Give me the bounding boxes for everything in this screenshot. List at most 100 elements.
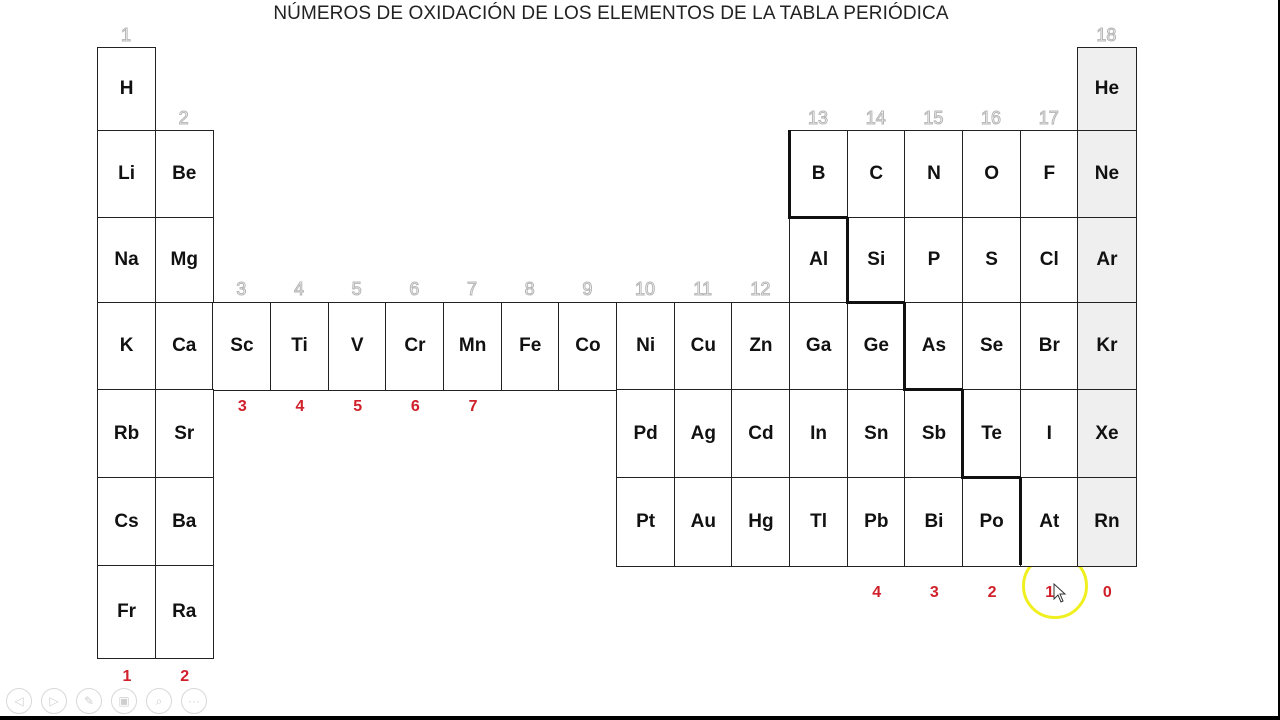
element-cell-cd[interactable]: Cd <box>731 389 791 479</box>
group-number-1: 1 <box>120 25 131 46</box>
element-cell-tl[interactable]: Tl <box>789 477 849 567</box>
element-cell-se[interactable]: Se <box>962 302 1022 391</box>
element-cell-si[interactable]: Si <box>846 217 906 304</box>
element-cell-ni[interactable]: Ni <box>616 302 676 391</box>
element-cell-ra[interactable]: Ra <box>154 565 214 659</box>
element-symbol: Be <box>172 163 197 185</box>
group-number-9: 9 <box>582 279 593 300</box>
element-symbol: Tl <box>810 510 828 532</box>
element-cell-as[interactable]: As <box>904 302 964 391</box>
slides-button[interactable]: ▣ <box>111 688 137 714</box>
element-cell-rn[interactable]: Rn <box>1077 477 1137 567</box>
element-cell-ne[interactable]: Ne <box>1077 130 1137 219</box>
element-cell-ga[interactable]: Ga <box>789 302 849 391</box>
element-cell-li[interactable]: Li <box>97 130 157 219</box>
metalloid-staircase-line <box>845 217 849 302</box>
metalloid-staircase-line <box>903 388 964 391</box>
element-cell-v[interactable]: V <box>327 302 387 391</box>
element-cell-po[interactable]: Po <box>962 477 1022 567</box>
element-symbol: Hg <box>748 510 774 532</box>
element-symbol: Ge <box>863 335 889 357</box>
element-cell-sr[interactable]: Sr <box>154 389 214 479</box>
element-cell-mg[interactable]: Mg <box>154 217 214 304</box>
element-symbol: Rn <box>1094 510 1120 532</box>
element-symbol: N <box>927 163 941 185</box>
element-cell-xe[interactable]: Xe <box>1077 389 1137 479</box>
element-cell-pt[interactable]: Pt <box>616 477 676 567</box>
slides-icon: ▣ <box>118 694 130 708</box>
element-cell-cr[interactable]: Cr <box>385 302 445 391</box>
metalloid-staircase-line <box>903 302 907 389</box>
element-cell-cl[interactable]: Cl <box>1019 217 1079 304</box>
metalloid-staircase-line <box>961 389 965 477</box>
oxidation-number-group-7: 7 <box>468 398 478 415</box>
element-cell-c[interactable]: C <box>846 130 906 219</box>
element-cell-ba[interactable]: Ba <box>154 477 214 567</box>
element-cell-al[interactable]: Al <box>789 217 849 304</box>
element-cell-au[interactable]: Au <box>673 477 733 567</box>
more-button[interactable]: ··· <box>181 688 207 714</box>
metalloid-staircase-line <box>845 301 906 304</box>
element-cell-f[interactable]: F <box>1019 130 1079 219</box>
element-cell-mn[interactable]: Mn <box>443 302 503 391</box>
element-cell-ti[interactable]: Ti <box>270 302 330 391</box>
element-cell-hg[interactable]: Hg <box>731 477 791 567</box>
element-cell-ag[interactable]: Ag <box>673 389 733 479</box>
element-cell-ge[interactable]: Ge <box>846 302 906 391</box>
element-cell-be[interactable]: Be <box>154 130 214 219</box>
element-cell-kr[interactable]: Kr <box>1077 302 1137 391</box>
element-cell-na[interactable]: Na <box>97 217 157 304</box>
element-cell-n[interactable]: N <box>904 130 964 219</box>
element-cell-pd[interactable]: Pd <box>616 389 676 479</box>
element-symbol: Kr <box>1096 335 1118 357</box>
element-cell-bi[interactable]: Bi <box>904 477 964 567</box>
group-number-12: 12 <box>750 279 771 300</box>
bottom-border <box>0 716 1280 720</box>
element-cell-te[interactable]: Te <box>962 389 1022 479</box>
element-cell-sb[interactable]: Sb <box>904 389 964 479</box>
element-symbol: Zn <box>749 335 773 357</box>
pen-button[interactable]: ✎ <box>76 688 102 714</box>
element-cell-p[interactable]: P <box>904 217 964 304</box>
element-symbol: Fr <box>117 600 137 622</box>
element-cell-br[interactable]: Br <box>1019 302 1079 391</box>
element-cell-co[interactable]: Co <box>558 302 618 391</box>
element-cell-zn[interactable]: Zn <box>731 302 791 391</box>
element-cell-k[interactable]: K <box>97 302 157 391</box>
element-cell-o[interactable]: O <box>962 130 1022 219</box>
element-cell-pb[interactable]: Pb <box>846 477 906 567</box>
element-cell-ar[interactable]: Ar <box>1077 217 1137 304</box>
element-symbol: Cl <box>1039 249 1059 271</box>
next-button[interactable]: ▷ <box>41 688 67 714</box>
element-cell-ca[interactable]: Ca <box>154 302 214 391</box>
element-cell-h[interactable]: H <box>97 47 157 132</box>
element-cell-fe[interactable]: Fe <box>500 302 560 391</box>
element-cell-rb[interactable]: Rb <box>97 389 157 479</box>
element-symbol: Ar <box>1096 249 1118 271</box>
element-symbol: Ca <box>172 335 197 357</box>
element-cell-in[interactable]: In <box>789 389 849 479</box>
element-cell-he[interactable]: He <box>1077 47 1137 132</box>
element-cell-cs[interactable]: Cs <box>97 477 157 567</box>
element-symbol: Ne <box>1094 163 1120 185</box>
element-symbol: V <box>350 335 364 357</box>
group-number-10: 10 <box>635 279 656 300</box>
group-number-11: 11 <box>693 279 713 300</box>
element-cell-sc[interactable]: Sc <box>212 302 272 391</box>
element-symbol: C <box>869 163 884 185</box>
element-cell-fr[interactable]: Fr <box>97 565 157 659</box>
element-cell-sn[interactable]: Sn <box>846 389 906 479</box>
more-icon: ··· <box>188 694 200 708</box>
element-cell-at[interactable]: At <box>1019 477 1079 567</box>
group-number-2: 2 <box>178 108 189 129</box>
zoom-button[interactable]: ⌕ <box>146 688 172 714</box>
element-symbol: Bi <box>924 510 944 532</box>
previous-button[interactable]: ◁ <box>6 688 32 714</box>
group-number-6: 6 <box>409 279 420 300</box>
element-symbol: Co <box>575 335 601 357</box>
element-cell-b[interactable]: B <box>789 130 849 219</box>
element-cell-i[interactable]: I <box>1019 389 1079 479</box>
element-symbol: At <box>1039 510 1060 532</box>
element-cell-s[interactable]: S <box>962 217 1022 304</box>
element-cell-cu[interactable]: Cu <box>673 302 733 391</box>
